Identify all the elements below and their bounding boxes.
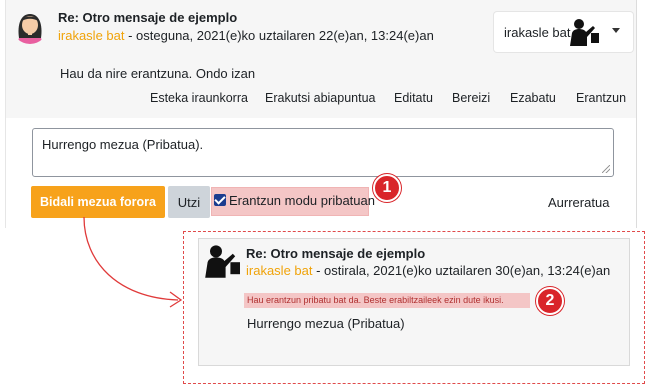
callout-arrow	[83, 216, 183, 308]
